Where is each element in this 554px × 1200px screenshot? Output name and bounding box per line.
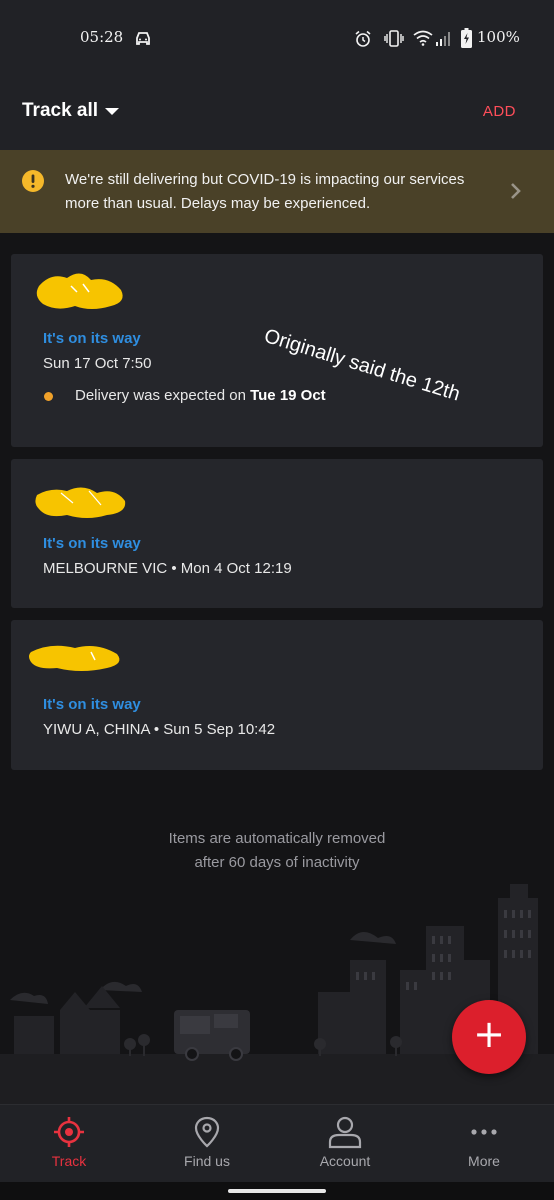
item-meta: Sun 17 Oct 7:50	[43, 355, 152, 372]
page-title: Track all	[22, 100, 99, 121]
nav-track-label: Track	[51, 1153, 87, 1169]
nav-account[interactable]: Account	[276, 1105, 414, 1183]
item-status: It's on its way	[43, 535, 141, 552]
item-meta: MELBOURNE VIC • Mon 4 Oct 12:19	[43, 560, 292, 577]
status-bar: 05:28 100%	[0, 0, 554, 78]
add-button[interactable]: ADD	[483, 103, 516, 120]
nav-find-us-label: Find us	[184, 1153, 230, 1169]
covid-banner[interactable]: We're still delivering but COVID-19 is i…	[0, 150, 554, 233]
caret-down-icon	[105, 108, 119, 115]
signal-icon	[436, 32, 450, 46]
home-gesture-handle[interactable]	[228, 1189, 326, 1193]
redaction-scribble	[35, 487, 126, 518]
banner-message: We're still delivering but COVID-19 is i…	[65, 171, 465, 212]
redaction-scribble	[29, 645, 120, 671]
tracking-item-card[interactable]: It's on its way YIWU A, CHINA • Sun 5 Se…	[11, 620, 543, 770]
add-item-fab[interactable]: +	[452, 1000, 526, 1074]
vibrate-icon	[384, 30, 404, 47]
app-header: Track all ADD	[0, 78, 554, 150]
plus-icon: +	[473, 1012, 505, 1056]
tracking-item-card[interactable]: It's on its way MELBOURNE VIC • Mon 4 Oc…	[11, 459, 543, 608]
gesture-bar	[0, 1182, 554, 1200]
status-dot	[44, 392, 53, 401]
more-dots-icon	[471, 1129, 497, 1135]
location-pin-icon	[194, 1116, 220, 1148]
redaction-scribble	[36, 273, 123, 309]
nav-more[interactable]: More	[415, 1105, 553, 1183]
auto-removal-note: Items are automatically removed after 60…	[168, 830, 386, 871]
alarm-icon	[355, 30, 371, 47]
wifi-icon	[413, 30, 433, 46]
item-status: It's on its way	[43, 330, 141, 347]
target-icon	[54, 1117, 84, 1147]
nav-account-label: Account	[319, 1153, 371, 1169]
app-screen: 05:28 100% Track all ADD We're still del…	[0, 0, 554, 1200]
expected-delivery: Delivery was expected on Tue 19 Oct	[75, 387, 326, 404]
car-icon	[136, 32, 150, 45]
status-time: 05:28	[80, 28, 124, 46]
chevron-right-icon	[511, 183, 521, 199]
person-icon	[328, 1116, 362, 1149]
battery-icon	[461, 28, 472, 48]
item-status: It's on its way	[43, 696, 141, 713]
delivery-van	[174, 1010, 250, 1061]
city-illustration	[0, 884, 554, 1104]
nav-track[interactable]: Track	[0, 1105, 138, 1183]
nav-more-label: More	[468, 1153, 500, 1169]
item-meta: YIWU A, CHINA • Sun 5 Sep 10:42	[43, 721, 276, 738]
nav-find-us[interactable]: Find us	[138, 1105, 276, 1183]
battery-percent: 100%	[477, 28, 520, 46]
alert-icon	[22, 170, 44, 192]
bottom-navigation: Track Find us Account More	[0, 1104, 554, 1183]
